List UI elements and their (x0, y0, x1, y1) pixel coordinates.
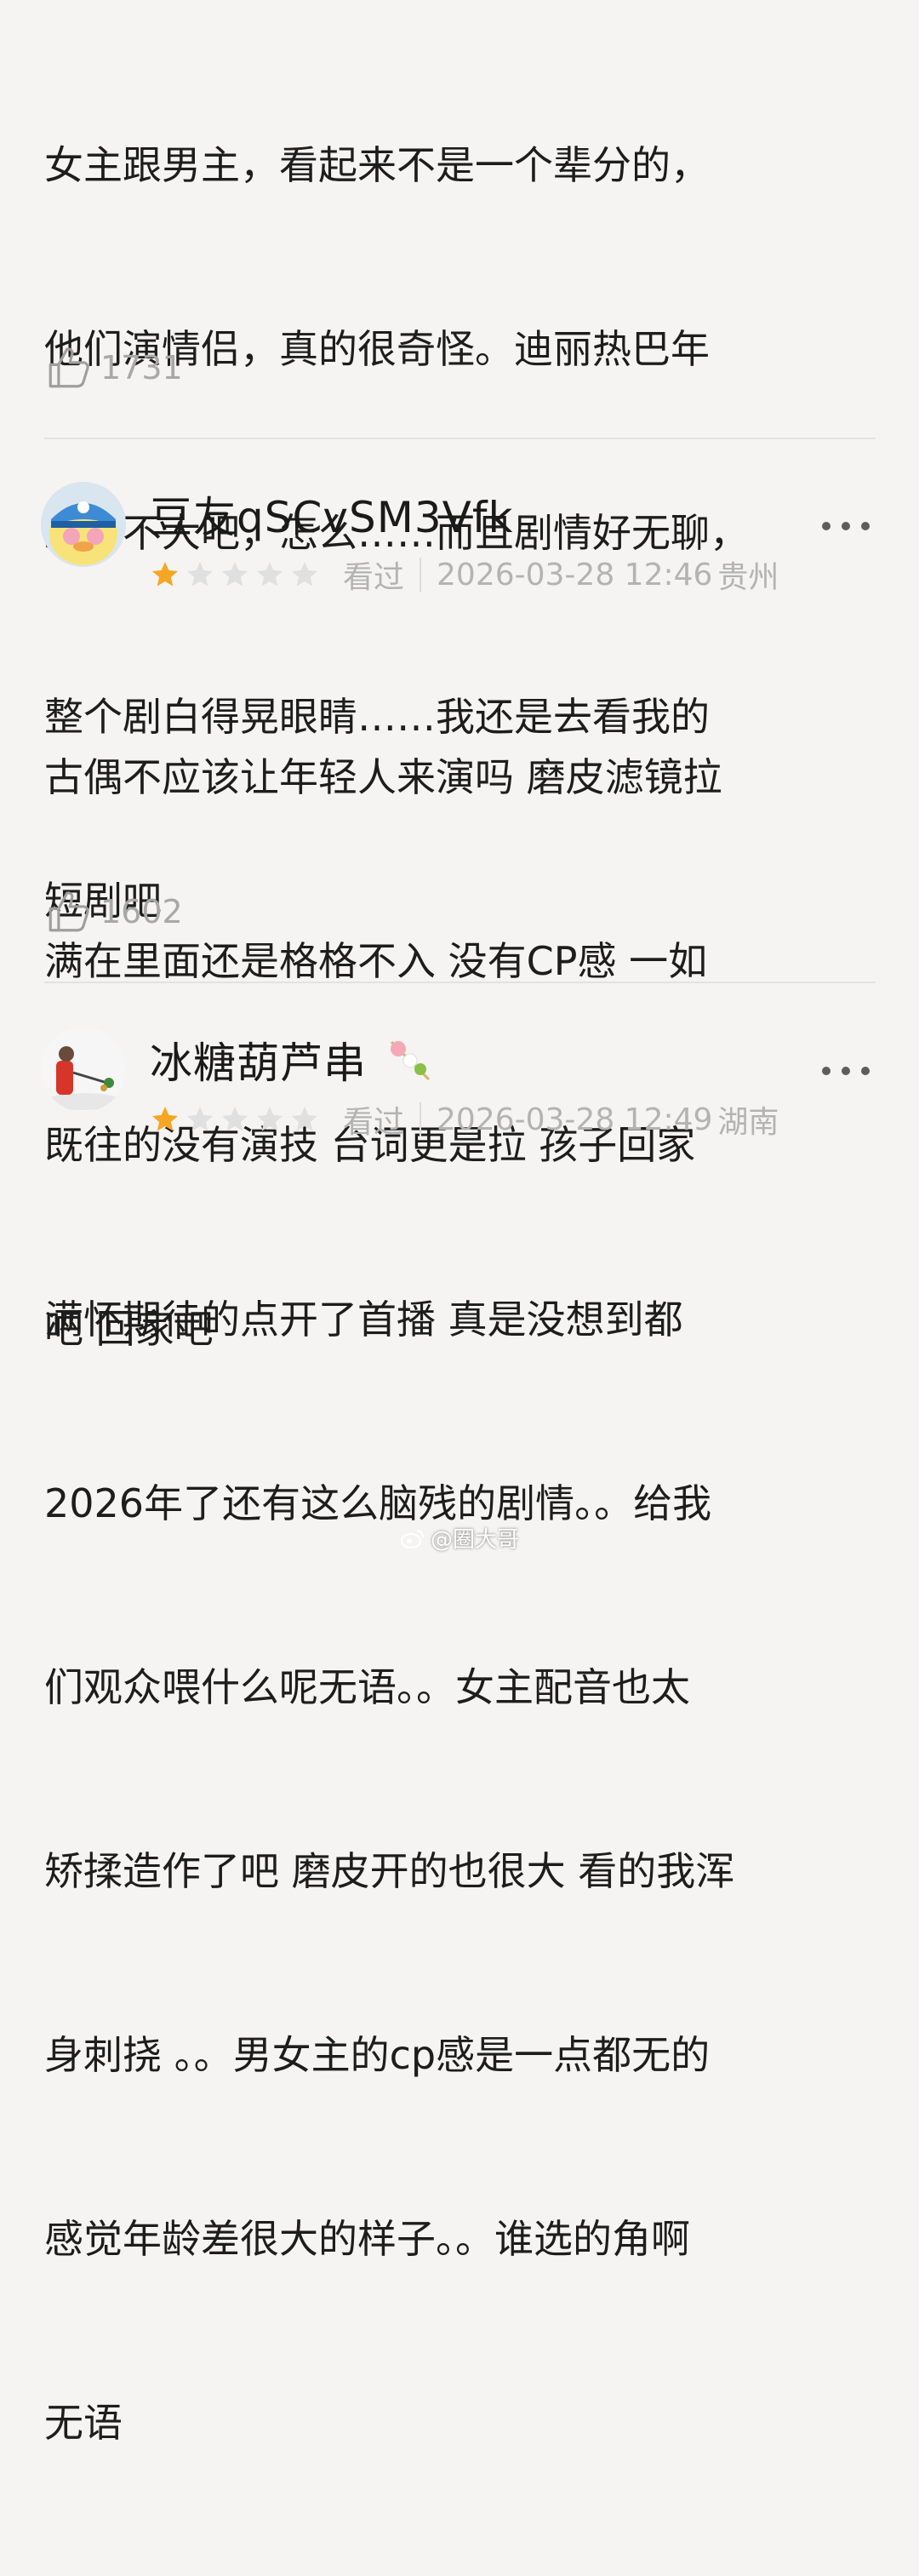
review-datetime: 2026-03-28 12:49 (437, 1102, 713, 1137)
review-meta: 看过 2026-03-28 12:46 贵州 (150, 553, 779, 596)
divider (44, 438, 876, 439)
star-rating (150, 1104, 324, 1135)
thumbs-up-icon (49, 347, 89, 388)
candied-haws-icon (390, 1040, 430, 1081)
star-filled-icon (152, 1107, 178, 1131)
star-empty-icon (292, 1107, 317, 1131)
like-button[interactable]: 1731 (44, 342, 183, 393)
review-line: 古偶不应该让年轻人来演吗 磨皮滤镜拉 (44, 754, 722, 800)
review-meta: 看过 2026-03-28 12:49 湖南 (150, 1098, 779, 1141)
watermark: @圈大哥 (400, 1522, 519, 1554)
review-line: 满怀期待的点开了首播 真是没想到都 (44, 1297, 683, 1342)
star-empty-icon (222, 1107, 248, 1131)
review-line: 身刺挠 。。男女主的cp感是一点都无的 (44, 2032, 711, 2078)
avatar[interactable] (41, 482, 126, 567)
like-count: 1602 (100, 893, 183, 930)
star-empty-icon (292, 562, 317, 587)
review-text: 满怀期待的点开了首播 真是没想到都 2026年了还有这么脑残的剧情。。给我 们观… (44, 1166, 874, 2576)
more-dots-icon[interactable] (822, 1062, 870, 1079)
star-empty-icon (257, 562, 283, 587)
review-location: 贵州 (717, 560, 779, 595)
review-line: 矫揉造作了吧 磨皮开的也很大 看的我浑 (44, 1848, 735, 1894)
avatar[interactable] (41, 1027, 126, 1112)
more-dots-icon[interactable] (822, 518, 870, 535)
weibo-icon (401, 1529, 424, 1548)
watch-status: 看过 (343, 560, 405, 595)
divider (44, 982, 876, 983)
thumbs-up-icon (49, 891, 89, 932)
review-list: 女主跟男主，看起来不是一个辈分的， 他们演情侣，真的很奇怪。迪丽热巴年 纪也不大… (0, 0, 919, 2446)
review-location: 湖南 (717, 1105, 779, 1140)
star-filled-icon (152, 562, 178, 587)
star-rating (150, 559, 324, 590)
review-line: 感觉年龄差很大的样子。。谁选的角啊 (44, 2216, 690, 2262)
star-empty-icon (187, 562, 213, 587)
review-line: 无语 (44, 2400, 123, 2446)
meta-separator (420, 558, 422, 592)
like-count: 1731 (100, 349, 183, 386)
watch-status: 看过 (343, 1105, 405, 1140)
review-line: 们观众喂什么呢无语。。女主配音也太 (44, 1664, 690, 1710)
watermark-text: @圈大哥 (431, 1527, 520, 1553)
review-datetime: 2026-03-28 12:46 (437, 557, 713, 592)
star-empty-icon (222, 562, 248, 587)
like-button[interactable]: 1602 (44, 886, 183, 937)
star-empty-icon (257, 1107, 283, 1131)
review-line: 女主跟男主，看起来不是一个辈分的， (44, 142, 710, 188)
username[interactable]: 冰糖葫芦串 (150, 1037, 434, 1089)
meta-separator (420, 1102, 422, 1136)
star-empty-icon (187, 1107, 213, 1131)
username[interactable]: 豆友qSCvSM3Vfk (150, 492, 513, 543)
username-text: 冰糖葫芦串 (150, 1039, 367, 1088)
